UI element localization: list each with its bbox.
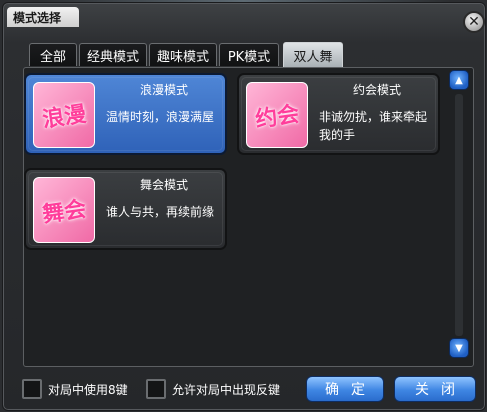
mode-card-date[interactable]: 约会 约会模式 非诚勿扰，谁来牵起我的手 [237,73,440,155]
confirm-button[interactable]: 确定 [306,376,384,402]
tab-duet[interactable]: 双人舞 [283,42,343,67]
tab-fun[interactable]: 趣味模式 [149,43,217,66]
mode-description: 温情时刻，浪漫满屋 [106,110,215,124]
mode-card-ball[interactable]: 舞会 舞会模式 谁人与共，再续前缘 [24,168,227,250]
arrow-up-icon[interactable]: ▲ [449,70,469,90]
bottom-bar: 对局中使用8键 允许对局中出现反键 确定 关闭 [0,370,487,410]
tab-all[interactable]: 全部 [29,43,77,66]
mode-name: 约会模式 [352,83,401,97]
arrow-down-icon[interactable]: ▼ [449,338,469,358]
tab-pk[interactable]: PK模式 [219,43,279,66]
date-badge-icon: 约会 [246,82,308,148]
scroll-track[interactable] [455,94,463,336]
allow-reverse-keys-checkbox[interactable] [146,379,166,399]
use-8-keys-checkbox[interactable] [22,379,42,399]
mode-list-scrollbar[interactable]: ▲ ▼ [449,70,469,360]
mode-description: 谁人与共，再续前缘 [106,205,215,219]
mode-name: 浪漫模式 [139,83,188,97]
close-button[interactable]: 关闭 [394,376,476,402]
mode-name: 舞会模式 [139,178,188,192]
romantic-badge-icon: 浪漫 [33,82,95,148]
use-8-keys-label: 对局中使用8键 [48,383,128,397]
tab-classic[interactable]: 经典模式 [79,43,147,66]
mode-description: 非诚勿扰，谁来牵起我的手 [319,110,428,142]
allow-reverse-keys-label: 允许对局中出现反键 [172,383,281,397]
ball-badge-icon: 舞会 [33,177,95,243]
dialog-title: 模式选择 [13,11,62,25]
close-icon[interactable]: ✕ [463,11,485,33]
mode-card-romantic[interactable]: 浪漫 浪漫模式 温情时刻，浪漫满屋 [24,73,227,155]
